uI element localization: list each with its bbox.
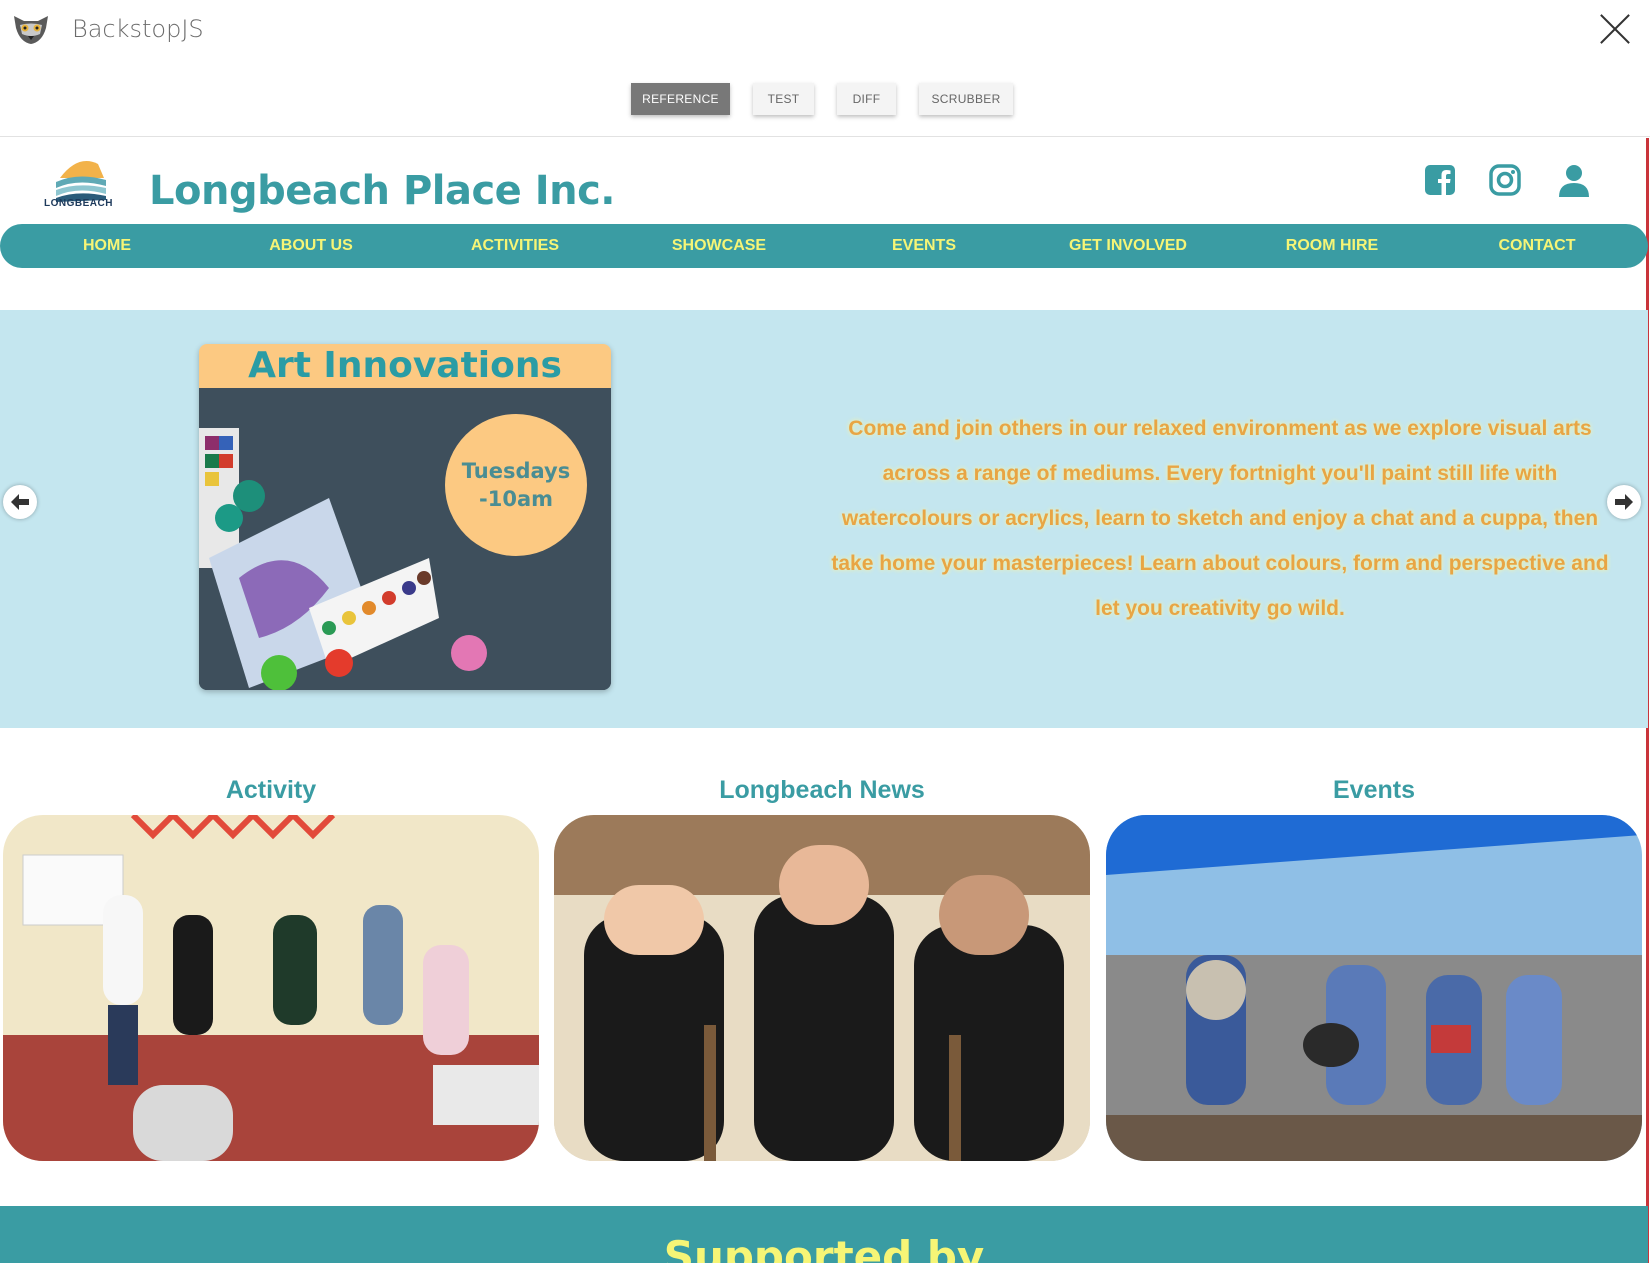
- site-title[interactable]: Longbeach Place Inc.: [149, 168, 616, 214]
- supported-by-heading: Supported by: [663, 1232, 985, 1263]
- arrow-right-icon[interactable]: [1607, 485, 1641, 519]
- backstop-logo: BackstopJS: [12, 12, 204, 46]
- nav-get-involved[interactable]: GET INVOLVED: [1026, 224, 1230, 268]
- card-title: Art Innovations: [199, 344, 611, 388]
- view-tabs: REFERENCE TEST DIFF SCRUBBER: [0, 83, 1650, 115]
- schedule-badge: Tuesdays -10am: [445, 414, 587, 556]
- dance-class-photo: [3, 815, 539, 1161]
- activity-card: Art Innovations Tuesdays -10am: [199, 344, 611, 690]
- activity-description: Come and join others in our relaxed envi…: [831, 417, 1609, 620]
- jazz-band-photo: [1106, 815, 1642, 1161]
- main-nav: HOME ABOUT US ACTIVITIES SHOWCASE EVENTS…: [0, 224, 1648, 268]
- lemur-logo-icon: [14, 16, 48, 44]
- tab-reference[interactable]: REFERENCE: [631, 83, 730, 115]
- site-header: LONGBEACH Longbeach Place Inc.: [0, 138, 1648, 224]
- tab-test[interactable]: TEST: [753, 83, 814, 115]
- events-image[interactable]: [1106, 815, 1642, 1161]
- backstop-header: BackstopJS REFERENCE TEST DIFF SCRUBBER: [0, 0, 1650, 137]
- tab-scrubber[interactable]: SCRUBBER: [919, 83, 1013, 115]
- nav-about-us[interactable]: ABOUT US: [209, 224, 413, 268]
- section-title-activity: Activity: [225, 776, 317, 804]
- reference-screenshot: LONGBEACH Longbeach Place Inc. HOME ABOU…: [0, 138, 1650, 1263]
- nav-room-hire[interactable]: ROOM HIRE: [1230, 224, 1434, 268]
- user-icon[interactable]: [1556, 162, 1592, 198]
- tab-diff[interactable]: DIFF: [837, 83, 896, 115]
- section-title-events: Events: [1333, 776, 1415, 804]
- facebook-icon[interactable]: [1422, 162, 1458, 198]
- supported-by-band: Supported by: [0, 1206, 1648, 1263]
- site-logo-text: LONGBEACH: [44, 198, 113, 209]
- arrow-left-icon[interactable]: [3, 485, 37, 519]
- news-image[interactable]: [554, 815, 1090, 1161]
- badge-day: Tuesdays: [461, 459, 571, 483]
- nav-activities[interactable]: ACTIVITIES: [413, 224, 617, 268]
- badge-time: -10am: [479, 487, 553, 511]
- close-icon[interactable]: [1598, 12, 1632, 46]
- nav-showcase[interactable]: SHOWCASE: [617, 224, 821, 268]
- hero-carousel: Art Innovations Tuesdays -10am Come and …: [0, 310, 1648, 728]
- nav-events[interactable]: EVENTS: [822, 224, 1026, 268]
- card-image: Tuesdays -10am: [199, 388, 611, 690]
- instagram-icon[interactable]: [1487, 162, 1523, 198]
- activity-image[interactable]: [3, 815, 539, 1161]
- section-title-news: Longbeach News: [719, 776, 925, 804]
- nav-home[interactable]: HOME: [5, 224, 209, 268]
- staff-photo: [554, 815, 1090, 1161]
- nav-contact[interactable]: CONTACT: [1435, 224, 1639, 268]
- app-title: BackstopJS: [72, 15, 204, 43]
